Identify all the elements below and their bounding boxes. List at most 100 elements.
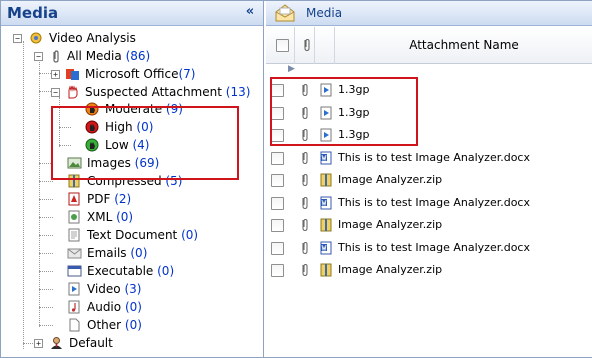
left-panel-title: Media [7, 4, 59, 22]
tree-item-count: (0) [124, 318, 142, 332]
media-window: Media « − Video Analysis − All Media (86… [0, 0, 592, 358]
attachment-name: This is to test Image Analyzer.docx [338, 195, 530, 209]
tree-item-label: XML [87, 210, 113, 224]
attachment-name: This is to test Image Analyzer.docx [338, 150, 530, 164]
tree-item-label: Suspected Attachment [85, 85, 222, 99]
attachment-name: This is to test Image Analyzer.docx [338, 240, 530, 254]
xml-icon [68, 210, 80, 224]
tree-item-pdf[interactable]: PDF (2) [1, 190, 263, 208]
tree-item-label: All Media [67, 49, 122, 63]
envelope-icon [275, 4, 295, 22]
word-document-icon [320, 151, 332, 164]
tree-item-count: (0) [130, 246, 148, 260]
tree-item-label: Microsoft Office [85, 67, 179, 81]
video-icon [68, 282, 80, 296]
tree-item-executable[interactable]: Executable (0) [1, 262, 263, 280]
tree-item-all-media[interactable]: − All Media (86) [1, 47, 263, 65]
collapse-toggle[interactable]: − [34, 52, 43, 61]
collapse-panel-button[interactable]: « [243, 5, 257, 19]
office-icon [66, 69, 79, 80]
tree-item-audio[interactable]: Audio (0) [1, 298, 263, 316]
attachment-name-column-header[interactable]: Attachment Name [336, 38, 592, 52]
tree-item-xml[interactable]: XML (0) [1, 208, 263, 226]
user-icon [51, 337, 62, 349]
pdf-icon [68, 192, 80, 206]
suspect-hand-icon [68, 85, 78, 99]
table-row[interactable]: Image Analyzer.zip [266, 215, 592, 237]
collapse-toggle[interactable]: − [51, 88, 60, 97]
row-checkbox[interactable] [271, 196, 284, 210]
tree-item-count: (7) [178, 67, 196, 81]
word-document-icon [320, 241, 332, 254]
tree-item-count: (2) [114, 192, 132, 206]
table-row[interactable]: This is to test Image Analyzer.docx [266, 238, 592, 260]
paperclip-icon [302, 196, 308, 209]
table-row[interactable]: This is to test Image Analyzer.docx [266, 148, 592, 170]
tree-item-text-document[interactable]: Text Document (0) [1, 226, 263, 244]
expand-toggle[interactable]: + [51, 70, 60, 79]
tree-item-label: Video Analysis [49, 31, 136, 45]
row-pointer-icon: ▶ [288, 64, 295, 74]
table-row[interactable]: This is to test Image Analyzer.docx [266, 193, 592, 215]
attachment-name: Image Analyzer.zip [338, 173, 443, 186]
tree-item-count: (86) [125, 49, 151, 63]
paperclip-icon [302, 241, 308, 254]
attachment-name: Image Analyzer.zip [338, 263, 443, 276]
zip-archive-icon [320, 173, 332, 187]
media-tree: − Video Analysis − All Media (86) + Micr… [1, 27, 263, 357]
tree-item-count: (13) [225, 85, 251, 99]
tree-item-label: Emails [87, 246, 127, 260]
attachment-name: Image Analyzer.zip [338, 218, 443, 231]
filter-row: ▶ [266, 64, 592, 76]
tree-item-label: Default [69, 336, 113, 350]
paperclip-icon [302, 173, 308, 187]
row-checkbox[interactable] [271, 174, 284, 187]
tree-item-count: (0) [181, 228, 199, 242]
paperclip-icon [302, 151, 308, 164]
tree-item-count: (0) [124, 300, 142, 314]
left-panel-header: Media « [1, 1, 263, 26]
expand-toggle[interactable]: + [34, 339, 43, 348]
tree-item-other[interactable]: Other (0) [1, 316, 263, 334]
tree-item-label: PDF [87, 192, 111, 206]
tree-item-label: Executable [87, 264, 154, 278]
row-checkbox[interactable] [271, 151, 284, 165]
tree-item-count: (0) [116, 210, 134, 224]
tree-item-suspected-attachment[interactable]: − Suspected Attachment (13) [1, 83, 263, 101]
paperclip-icon [302, 263, 308, 277]
audio-icon [68, 300, 80, 314]
right-panel-header: Media [266, 1, 592, 26]
row-checkbox[interactable] [271, 219, 284, 232]
tree-item-label: Other [87, 318, 122, 332]
tree-item-default[interactable]: + Default [1, 334, 263, 352]
tree-item-video[interactable]: Video (3) [1, 280, 263, 298]
tree-item-label: Video [87, 282, 121, 296]
tree-item-video-analysis[interactable]: − Video Analysis [1, 29, 263, 47]
select-all-checkbox[interactable] [276, 39, 289, 52]
zip-archive-icon [320, 218, 332, 232]
tree-item-microsoft-office[interactable]: + Microsoft Office(7) [1, 65, 263, 83]
paperclip-icon [302, 218, 308, 232]
other-file-icon [69, 318, 80, 332]
collapse-toggle[interactable]: − [13, 34, 22, 43]
email-icon [67, 248, 82, 259]
zip-archive-icon [320, 263, 332, 277]
text-document-icon [68, 228, 80, 242]
row-checkbox[interactable] [271, 241, 284, 255]
paperclip-icon [53, 50, 59, 63]
media-tree-panel: Media « − Video Analysis − All Media (86… [1, 1, 264, 357]
paperclip-icon [304, 38, 310, 52]
tree-item-label: Text Document [87, 228, 178, 242]
video-analysis-icon [30, 32, 42, 44]
highlight-box-suspected [51, 106, 239, 180]
word-document-icon [320, 196, 332, 209]
table-row[interactable]: Image Analyzer.zip [266, 260, 592, 282]
right-panel-title: Media [306, 6, 343, 20]
tree-item-emails[interactable]: Emails (0) [1, 244, 263, 262]
tree-item-label: Audio [87, 300, 122, 314]
attachment-list-panel: Media Attachment Name ▶ 1.3gp 1.3gp 1.3gp T… [266, 1, 592, 357]
table-row[interactable]: Image Analyzer.zip [266, 170, 592, 192]
tree-item-count: (0) [157, 264, 175, 278]
executable-icon [67, 265, 82, 277]
row-checkbox[interactable] [271, 264, 284, 277]
